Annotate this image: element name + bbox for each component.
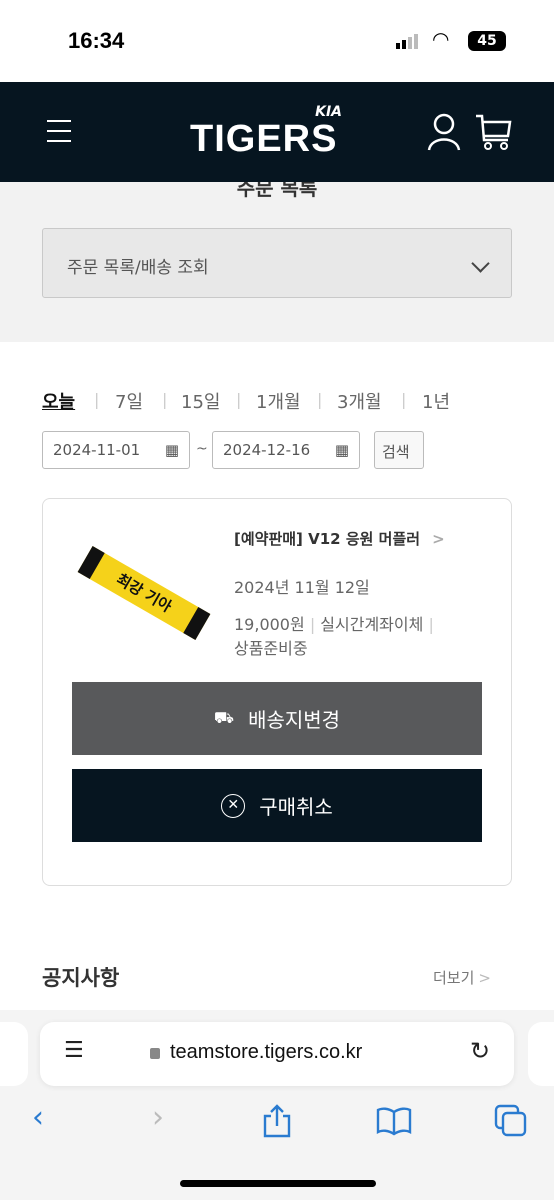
cart-icon[interactable] <box>474 112 514 152</box>
home-indicator <box>180 1180 376 1187</box>
divider: | <box>236 390 242 409</box>
next-tab-preview[interactable] <box>528 1022 554 1086</box>
dropdown-value: 주문 목록/배송 조회 <box>67 258 209 278</box>
cancel-order-button[interactable]: ✕ 구매취소 <box>72 769 482 842</box>
back-icon[interactable]: ‹ <box>32 1100 44 1135</box>
prev-tab-preview[interactable] <box>0 1022 28 1086</box>
divider: | <box>317 390 323 409</box>
close-circle-icon: ✕ <box>221 793 246 818</box>
search-button[interactable]: 검색 <box>374 431 424 469</box>
reader-icon[interactable]: ☰ <box>64 1038 84 1063</box>
period-15d[interactable]: 15일 <box>181 388 220 414</box>
payment-method: 실시간계좌이체 <box>320 615 424 634</box>
period-7d[interactable]: 7일 <box>115 388 143 414</box>
signal-icon <box>396 34 418 49</box>
tabs-icon[interactable] <box>494 1104 528 1138</box>
notice-more-link[interactable]: 더보기 > <box>433 967 491 988</box>
start-date: 2024-11-01 <box>53 441 141 459</box>
chevron-right-icon: > <box>432 530 445 548</box>
product-title-link[interactable]: [예약판매] V12 응원 머플러 > <box>234 528 445 549</box>
truck-icon: ⛟ <box>213 708 235 727</box>
end-date-input[interactable]: 2024-12-16 ▦ <box>212 431 360 469</box>
site-header: KIA TIGERS <box>0 82 554 182</box>
order-date: 2024년 11월 12일 <box>234 578 370 597</box>
menu-icon[interactable] <box>47 120 71 142</box>
price: 19,000원 <box>234 615 305 634</box>
calendar-icon: ▦ <box>334 441 349 459</box>
share-icon[interactable] <box>262 1104 292 1138</box>
period-1y[interactable]: 1년 <box>422 388 450 414</box>
reload-icon[interactable]: ↻ <box>470 1037 490 1065</box>
period-1m[interactable]: 1개월 <box>256 388 301 414</box>
order-menu-dropdown[interactable]: 주문 목록/배송 조회 <box>42 228 512 298</box>
address-bar[interactable]: ☰ teamstore.tigers.co.kr ↻ <box>40 1022 514 1086</box>
lock-icon <box>150 1048 160 1059</box>
user-icon[interactable] <box>426 112 462 152</box>
chevron-down-icon <box>471 254 490 273</box>
bookmarks-icon[interactable] <box>376 1106 412 1136</box>
start-date-input[interactable]: 2024-11-01 ▦ <box>42 431 190 469</box>
order-status: 상품준비중 <box>234 639 308 658</box>
order-info: 19,000원 | 실시간계좌이체 | 상품준비중 <box>234 615 434 658</box>
wifi-icon: ◠ <box>432 27 450 51</box>
status-bar: 16:34 ◠ 45 <box>0 0 554 82</box>
calendar-icon: ▦ <box>164 441 179 459</box>
divider: | <box>401 390 407 409</box>
url-text: teamstore.tigers.co.kr <box>170 1041 363 1063</box>
end-date: 2024-12-16 <box>223 441 311 459</box>
change-address-button[interactable]: ⛟ 배송지변경 <box>72 682 482 755</box>
divider: | <box>162 390 168 409</box>
notice-title: 공지사항 <box>42 966 120 990</box>
period-3m[interactable]: 3개월 <box>337 388 382 414</box>
divider: | <box>94 390 100 409</box>
battery-icon: 45 <box>468 31 506 51</box>
forward-icon[interactable]: › <box>152 1100 164 1135</box>
period-today[interactable]: 오늘 <box>42 388 75 414</box>
range-separator: ~ <box>196 441 208 457</box>
clock: 16:34 <box>68 28 125 53</box>
